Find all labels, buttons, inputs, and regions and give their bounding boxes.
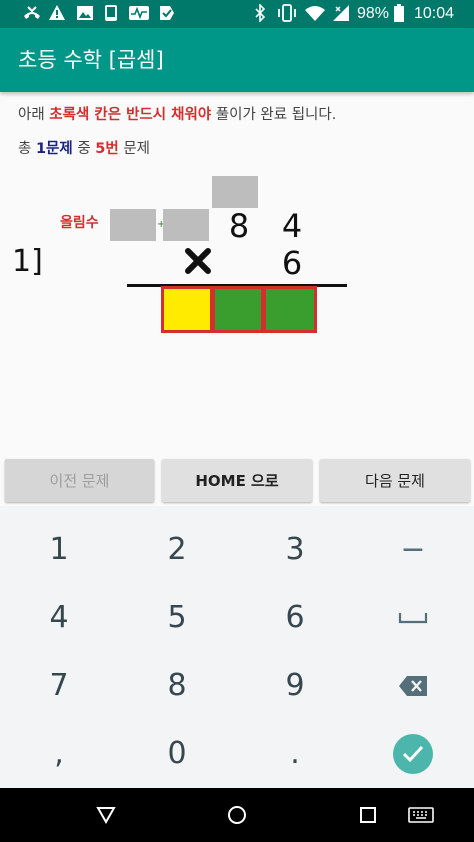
progress-text: 총 1문제 중 5번 문제 — [18, 138, 150, 160]
system-nav-bar — [0, 788, 474, 842]
missed-call-icon — [22, 4, 42, 27]
warning-icon — [48, 4, 66, 27]
home-button[interactable]: HOME 으로 — [162, 459, 312, 502]
checkmark-icon — [393, 733, 433, 774]
key-7[interactable]: 7 — [0, 652, 118, 719]
carry-box-1[interactable] — [110, 209, 156, 241]
phone-icon — [104, 4, 118, 27]
backspace-icon — [399, 675, 427, 696]
carry-box-top[interactable] — [212, 176, 258, 208]
key-2[interactable]: 2 — [118, 516, 236, 583]
space-key[interactable] — [354, 584, 472, 651]
status-bar: 98% 10:04 — [0, 0, 474, 28]
answer-cell-tens[interactable] — [212, 286, 264, 333]
instruction-text: 아래 초록색 칸은 반드시 채워야 풀이가 완료 됩니다. — [18, 104, 336, 126]
battery-icon — [393, 4, 405, 27]
clock: 10:04 — [414, 5, 455, 22]
key-8[interactable]: 8 — [118, 652, 236, 719]
wifi-icon — [304, 4, 326, 27]
keyboard-switch-icon[interactable] — [408, 807, 434, 823]
battery-percent: 98% — [357, 5, 390, 22]
key-1[interactable]: 1 — [0, 516, 118, 583]
numeric-keyboard: 1 2 3 − 4 5 6 7 8 9 , 0 . — [0, 506, 474, 788]
carry-box-2[interactable] — [163, 209, 209, 241]
back-icon[interactable] — [96, 806, 116, 824]
key-minus[interactable]: − — [354, 516, 472, 583]
bluetooth-icon — [254, 3, 266, 27]
progress-total: 1문제 — [35, 141, 73, 157]
key-9[interactable]: 9 — [236, 652, 354, 719]
instruction-prefix: 아래 — [18, 107, 50, 123]
check-flag-icon — [158, 4, 176, 27]
key-period[interactable]: . — [236, 720, 354, 787]
problem-number: 1] — [12, 244, 43, 279]
key-6[interactable]: 6 — [236, 584, 354, 651]
image-icon — [76, 4, 94, 27]
key-comma[interactable]: , — [0, 720, 118, 787]
key-3[interactable]: 3 — [236, 516, 354, 583]
progress-suffix: 문제 — [118, 141, 151, 157]
enter-key[interactable] — [354, 720, 472, 787]
multiplier-digit: 6 — [281, 244, 303, 282]
answer-cell-hundreds[interactable] — [161, 286, 213, 333]
activity-icon — [128, 4, 150, 27]
next-problem-button[interactable]: 다음 문제 — [320, 459, 470, 502]
signal-icon — [332, 4, 350, 27]
progress-prefix: 총 — [18, 141, 36, 157]
multiplicand-tens: 8 — [228, 207, 250, 245]
multiply-icon — [185, 248, 211, 274]
backspace-key[interactable] — [354, 652, 472, 719]
home-icon[interactable] — [227, 805, 247, 825]
key-4[interactable]: 4 — [0, 584, 118, 651]
app-bar: 초등 수학 [곱셈] — [0, 28, 474, 92]
multiplicand-ones: 4 — [281, 207, 303, 245]
carry-label: 올림수 — [60, 215, 99, 231]
key-5[interactable]: 5 — [118, 584, 236, 651]
progress-current: 5번 — [95, 141, 119, 157]
answer-cell-ones[interactable] — [263, 286, 317, 333]
key-0[interactable]: 0 — [118, 720, 236, 787]
vibrate-icon — [276, 4, 298, 27]
recents-icon[interactable] — [360, 807, 376, 823]
space-icon — [398, 612, 428, 623]
instruction-suffix: 풀이가 완료 됩니다. — [211, 107, 337, 123]
progress-mid: 중 — [72, 141, 96, 157]
page-title: 초등 수학 [곱셈] — [18, 48, 164, 72]
prev-problem-button[interactable]: 이전 문제 — [5, 459, 154, 502]
instruction-highlight: 초록색 칸은 반드시 채워야 — [49, 107, 212, 123]
